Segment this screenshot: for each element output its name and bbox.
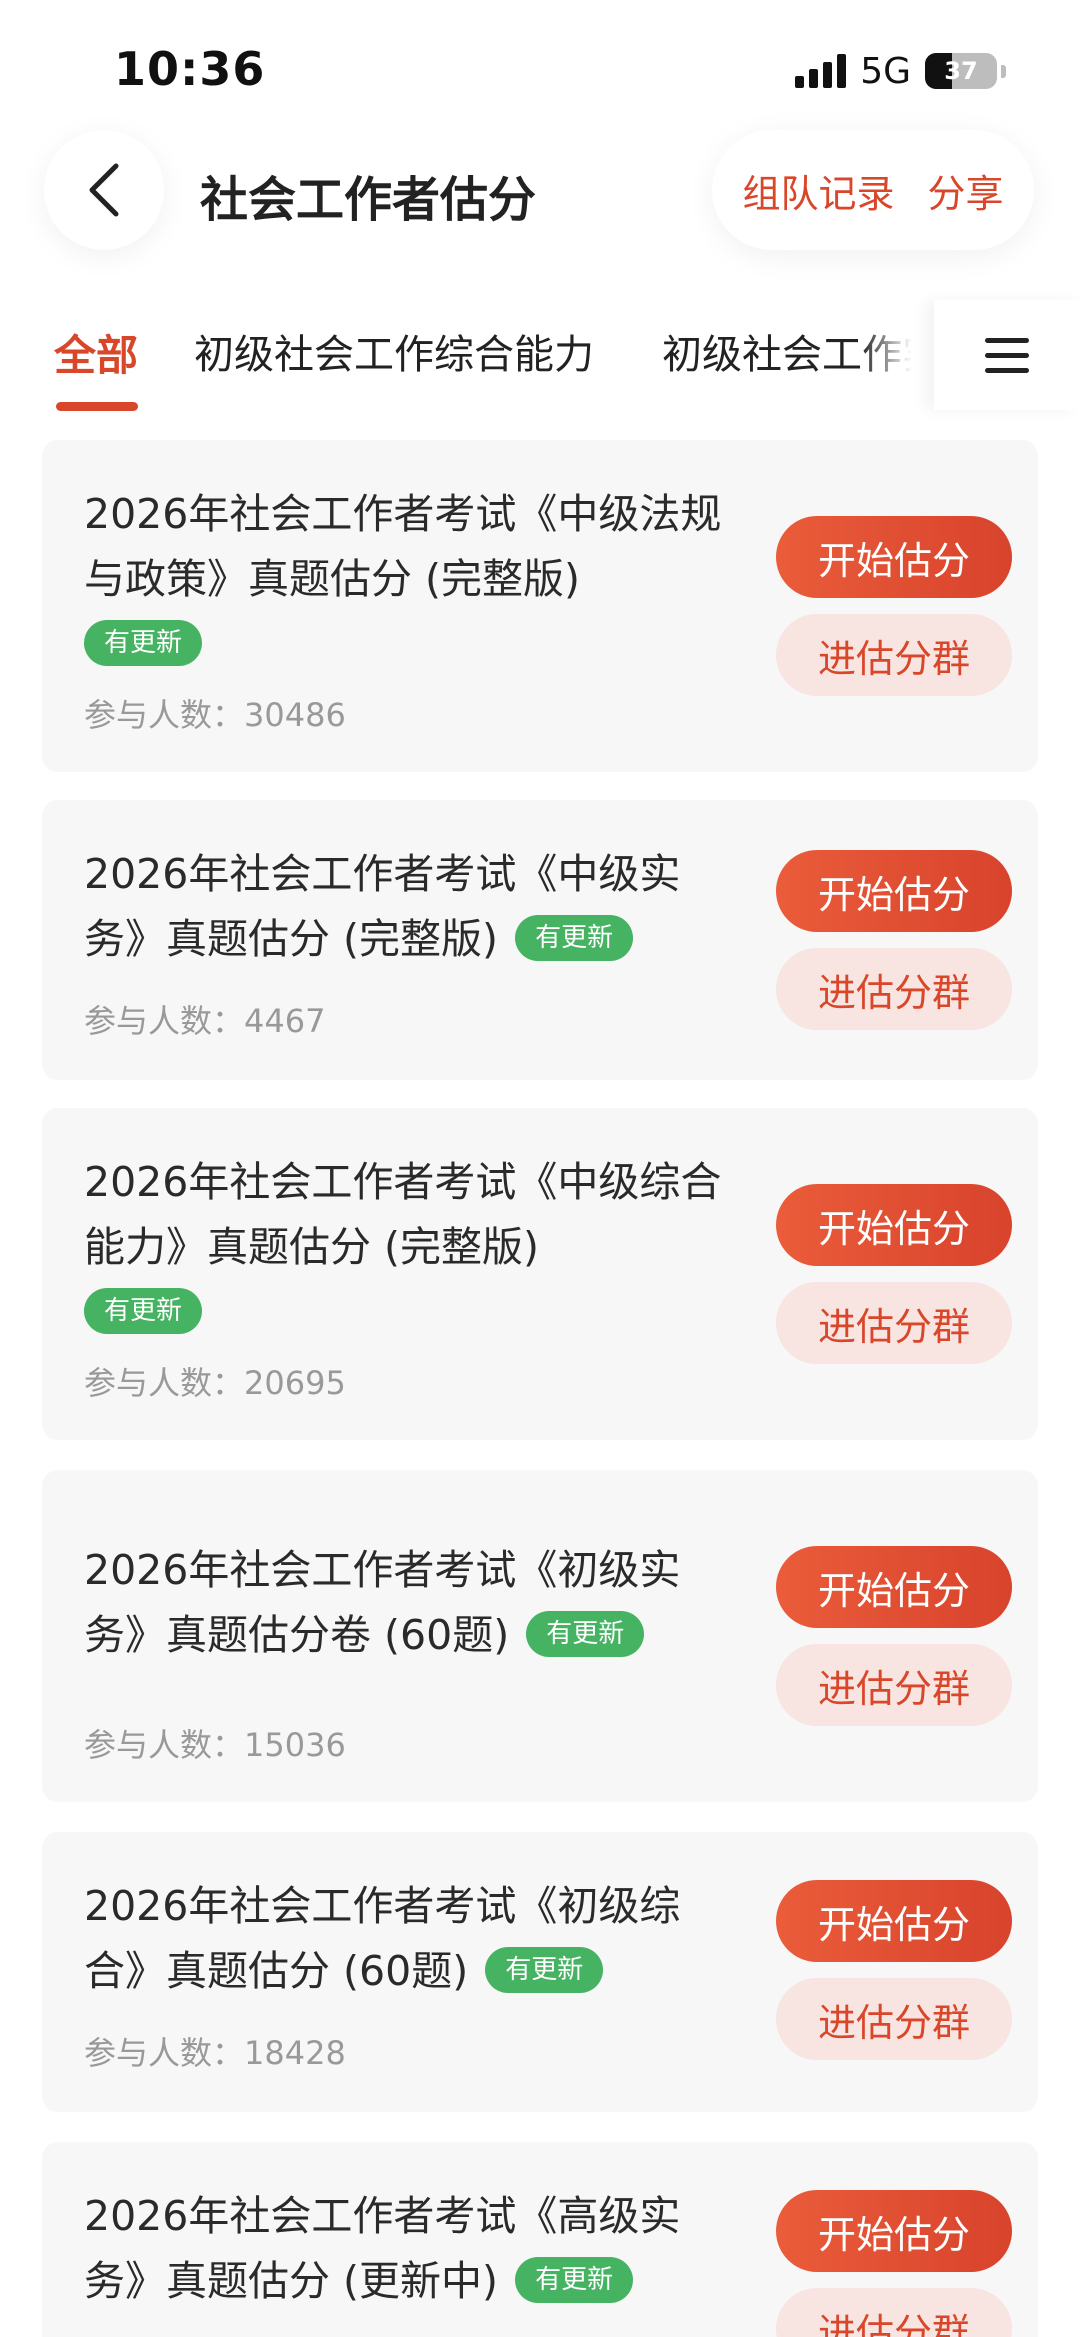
start-estimate-button[interactable]: 开始估分: [776, 850, 1012, 932]
participant-count-label: 参与人数：: [84, 1002, 245, 1040]
exam-title: 2026年社会工作者考试《高级实务》真题估分 (更新中) 有更新: [84, 2184, 724, 2314]
update-badge: 有更新: [526, 1611, 645, 1657]
exam-card: 2026年社会工作者考试《高级实务》真题估分 (更新中) 有更新 开始估分 进估…: [42, 2142, 1038, 2337]
exam-card: 2026年社会工作者考试《中级法规与政策》真题估分 (完整版) 有更新 参与人数…: [42, 440, 1038, 772]
participant-count-label: 参与人数：: [84, 1364, 245, 1402]
start-estimate-button[interactable]: 开始估分: [776, 516, 1012, 598]
header-actions: 组队记录 分享: [712, 130, 1034, 250]
start-estimate-button[interactable]: 开始估分: [776, 2190, 1012, 2272]
participant-count-label: 参与人数：: [84, 2034, 245, 2072]
update-badge: 有更新: [84, 1288, 203, 1334]
exam-title: 2026年社会工作者考试《中级实务》真题估分 (完整版) 有更新: [84, 842, 724, 972]
active-tab-indicator: [56, 402, 138, 411]
status-time: 10:36: [114, 42, 266, 96]
participant-count-value: 15036: [244, 1726, 346, 1764]
exam-card: 2026年社会工作者考试《初级实务》真题估分卷 (60题) 有更新 参与人数：1…: [42, 1470, 1038, 1802]
participant-count: 参与人数：18428: [84, 2028, 346, 2074]
participant-count-value: 30486: [244, 696, 346, 734]
participant-count-label: 参与人数：: [84, 1726, 245, 1764]
page-title: 社会工作者估分: [200, 172, 537, 228]
join-group-button[interactable]: 进估分群: [776, 614, 1012, 696]
update-badge: 有更新: [515, 915, 634, 961]
exam-title: 2026年社会工作者考试《中级法规与政策》真题估分 (完整版) 有更新: [84, 482, 724, 677]
start-estimate-button[interactable]: 开始估分: [776, 1184, 1012, 1266]
battery-cap: [1001, 64, 1006, 78]
participant-count-label: 参与人数：: [84, 696, 245, 734]
menu-icon: [985, 337, 1029, 373]
update-badge: 有更新: [485, 1947, 604, 1993]
exam-card: 2026年社会工作者考试《中级综合能力》真题估分 (完整版) 有更新 参与人数：…: [42, 1108, 1038, 1440]
participant-count: 参与人数：15036: [84, 1720, 346, 1766]
join-group-button[interactable]: 进估分群: [776, 1282, 1012, 1364]
start-estimate-button[interactable]: 开始估分: [776, 1546, 1012, 1628]
tabs-fade: [860, 300, 934, 410]
battery-level: 37: [944, 57, 978, 85]
participant-count-value: 4467: [244, 1002, 326, 1040]
participant-count: 参与人数：20695: [84, 1358, 346, 1404]
join-group-button[interactable]: 进估分群: [776, 1644, 1012, 1726]
participant-count: 参与人数：30486: [84, 690, 346, 736]
join-group-button[interactable]: 进估分群: [776, 948, 1012, 1030]
category-tabs: 全部 初级社会工作综合能力 初级社会工作实: [0, 300, 1080, 430]
category-menu-button[interactable]: [934, 300, 1080, 410]
status-indicators: 5G 37: [795, 48, 1006, 94]
tab-junior-comprehensive[interactable]: 初级社会工作综合能力: [194, 322, 594, 380]
chevron-left-icon: [89, 163, 119, 217]
share-button[interactable]: 分享: [927, 163, 1003, 218]
update-badge: 有更新: [515, 2257, 634, 2303]
status-bar: 10:36 5G 37: [0, 0, 1080, 130]
back-button[interactable]: [44, 130, 164, 250]
exam-title-text: 2026年社会工作者考试《中级综合能力》真题估分 (完整版): [84, 1158, 722, 1271]
exam-title: 2026年社会工作者考试《初级实务》真题估分卷 (60题) 有更新: [84, 1538, 724, 1668]
participant-count: 参与人数：4467: [84, 996, 325, 1042]
exam-card: 2026年社会工作者考试《中级实务》真题估分 (完整版) 有更新 参与人数：44…: [42, 800, 1038, 1080]
participant-count-value: 18428: [244, 2034, 346, 2072]
participant-count-value: 20695: [244, 1364, 346, 1402]
start-estimate-button[interactable]: 开始估分: [776, 1880, 1012, 1962]
exam-title: 2026年社会工作者考试《初级综合》真题估分 (60题) 有更新: [84, 1874, 724, 2004]
battery-icon: 37: [925, 53, 997, 89]
join-group-button[interactable]: 进估分群: [776, 2288, 1012, 2337]
exam-title: 2026年社会工作者考试《中级综合能力》真题估分 (完整版) 有更新: [84, 1150, 724, 1345]
join-group-button[interactable]: 进估分群: [776, 1978, 1012, 2060]
team-record-button[interactable]: 组队记录: [742, 163, 894, 218]
exam-card: 2026年社会工作者考试《初级综合》真题估分 (60题) 有更新 参与人数：18…: [42, 1832, 1038, 2112]
signal-icon: [795, 54, 847, 88]
tab-all[interactable]: 全部: [54, 322, 138, 383]
update-badge: 有更新: [84, 620, 203, 666]
network-type: 5G: [860, 50, 911, 92]
exam-title-text: 2026年社会工作者考试《中级法规与政策》真题估分 (完整版): [84, 490, 722, 603]
